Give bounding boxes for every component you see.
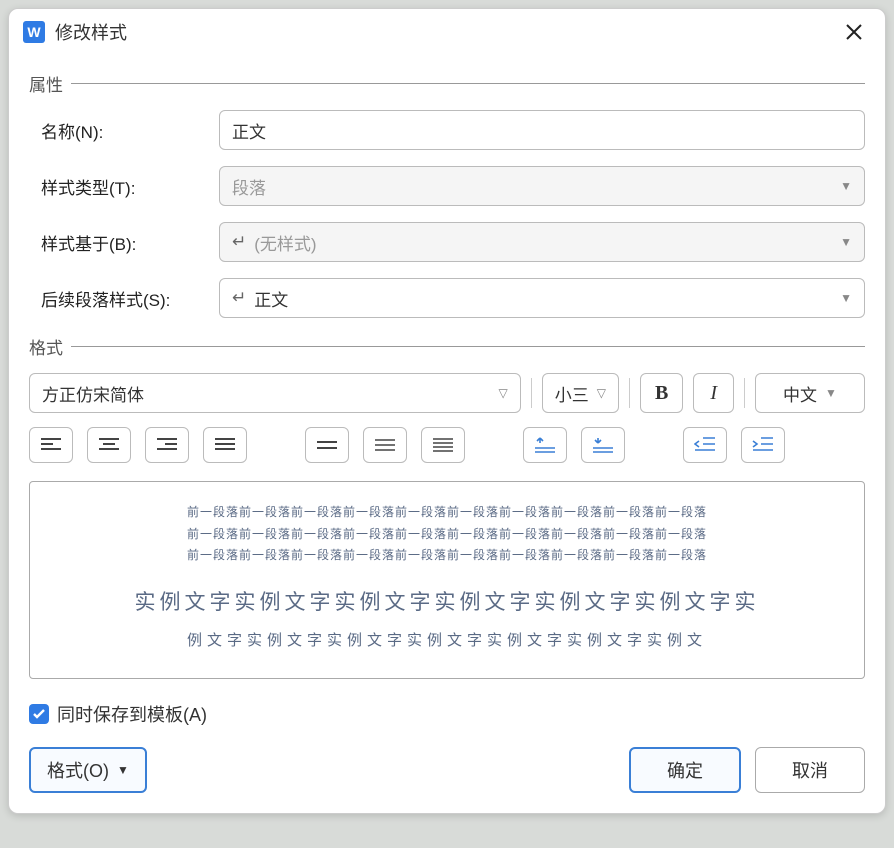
line-spacing-tight-icon — [316, 437, 338, 453]
check-icon — [32, 707, 46, 721]
chevron-down-icon: ▼ — [840, 291, 852, 305]
return-icon: ↵ — [232, 288, 246, 308]
indent-decrease-button[interactable] — [683, 427, 727, 463]
return-icon: ↵ — [232, 232, 246, 252]
chevron-down-icon: ▽ — [499, 386, 508, 400]
save-to-template-checkbox[interactable] — [29, 704, 49, 724]
type-select: 段落 ▼ — [219, 166, 865, 206]
based-on-select: ↵ (无样式) ▼ — [219, 222, 865, 262]
modify-style-dialog: W 修改样式 属性 名称(N): 正文 样式类型(T): 段落 ▼ 样式基于(B… — [8, 8, 886, 814]
space-before-decrease-button[interactable] — [581, 427, 625, 463]
align-right-button[interactable] — [145, 427, 189, 463]
format-group-header: 格式 — [29, 334, 865, 359]
next-style-select[interactable]: ↵ 正文 ▼ — [219, 278, 865, 318]
app-icon: W — [23, 21, 45, 43]
ok-button[interactable]: 确定 — [629, 747, 741, 793]
line-spacing-3-button[interactable] — [421, 427, 465, 463]
close-icon — [845, 23, 863, 41]
format-menu-button[interactable]: 格式(O) ▼ — [29, 747, 147, 793]
align-left-button[interactable] — [29, 427, 73, 463]
indent-increase-button[interactable] — [741, 427, 785, 463]
align-justify-icon — [214, 437, 236, 453]
line-spacing-2-button[interactable] — [363, 427, 407, 463]
close-button[interactable] — [837, 21, 871, 43]
font-size-select[interactable]: 小三 ▽ — [542, 373, 619, 413]
space-before-increase-button[interactable] — [523, 427, 567, 463]
type-label: 样式类型(T): — [29, 174, 219, 199]
language-select[interactable]: 中文 ▼ — [755, 373, 865, 413]
line-spacing-1-button[interactable] — [305, 427, 349, 463]
name-input[interactable]: 正文 — [219, 110, 865, 150]
italic-button[interactable]: I — [693, 373, 734, 413]
chevron-down-icon: ▼ — [117, 763, 129, 777]
dialog-title: 修改样式 — [55, 19, 837, 45]
chevron-down-icon: ▽ — [597, 386, 606, 400]
indent-decrease-icon — [694, 436, 716, 454]
titlebar: W 修改样式 — [9, 9, 885, 57]
line-spacing-loose-icon — [432, 437, 454, 453]
font-select[interactable]: 方正仿宋简体 ▽ — [29, 373, 521, 413]
based-on-label: 样式基于(B): — [29, 230, 219, 255]
name-label: 名称(N): — [29, 118, 219, 143]
space-before-decrease-icon — [592, 436, 614, 454]
space-before-increase-icon — [534, 436, 556, 454]
line-spacing-medium-icon — [374, 437, 396, 453]
save-to-template-label: 同时保存到模板(A) — [57, 701, 207, 727]
align-center-button[interactable] — [87, 427, 131, 463]
chevron-down-icon: ▼ — [840, 235, 852, 249]
align-left-icon — [40, 437, 62, 453]
preview-pane: 前一段落前一段落前一段落前一段落前一段落前一段落前一段落前一段落前一段落前一段落… — [29, 481, 865, 679]
chevron-down-icon: ▼ — [840, 179, 852, 193]
chevron-down-icon: ▼ — [825, 386, 837, 400]
align-center-icon — [98, 437, 120, 453]
cancel-button[interactable]: 取消 — [755, 747, 865, 793]
align-justify-button[interactable] — [203, 427, 247, 463]
align-right-icon — [156, 437, 178, 453]
indent-increase-icon — [752, 436, 774, 454]
next-style-label: 后续段落样式(S): — [29, 286, 219, 311]
bold-button[interactable]: B — [640, 373, 683, 413]
properties-group-header: 属性 — [29, 71, 865, 96]
